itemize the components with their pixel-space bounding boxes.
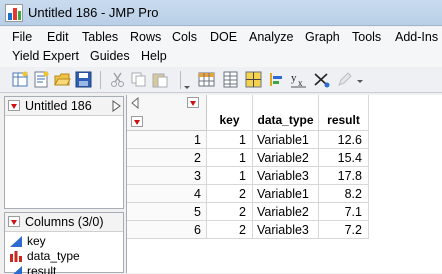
table-hotspot-icon[interactable] [8,100,20,111]
menu-analyze[interactable]: Analyze [249,30,293,44]
paste-icon[interactable] [151,71,168,88]
svg-text:y: y [291,72,297,84]
cell-data-type[interactable]: Variable1 [253,131,319,149]
menu-doe[interactable]: DOE [210,30,237,44]
open-icon[interactable] [54,71,71,88]
cut-icon[interactable] [109,71,126,88]
cell-result[interactable]: 7.2 [319,221,369,239]
column-list-item[interactable]: key [8,234,118,249]
continuous-icon [10,236,22,247]
menu-tools[interactable]: Tools [352,30,381,44]
cell-data-type[interactable]: Variable1 [253,185,319,203]
menu-add-ins[interactable]: Add-Ins [395,30,438,44]
menu-help[interactable]: Help [141,49,167,63]
fit-y-by-x-icon[interactable]: y x [290,71,307,88]
column-scroll-arrow-icon[interactable] [131,97,139,109]
cell-result[interactable]: 8.2 [319,185,369,203]
cell-result[interactable]: 17.8 [319,167,369,185]
distribution-icon[interactable] [268,71,285,88]
column-header-key[interactable]: key [207,95,253,131]
window-title: Untitled 186 - JMP Pro [28,5,159,20]
menu-rows[interactable]: Rows [130,30,161,44]
rows-select-hotspot-icon[interactable] [131,116,143,127]
row-number[interactable]: 2 [127,149,207,167]
grid-corner [127,95,207,131]
cell-data-type[interactable]: Variable2 [253,203,319,221]
table-panel-header: Untitled 186 [5,97,123,116]
cell-key[interactable]: 2 [207,203,253,221]
columns-panel: Columns (3/0) key data_type result [4,212,124,274]
toolbar-overflow-icon[interactable] [356,77,364,85]
cell-key[interactable]: 1 [207,131,253,149]
cell-data-type[interactable]: Variable3 [253,167,319,185]
panel-collapse-icon[interactable] [112,100,121,112]
menu-file[interactable]: File [12,30,32,44]
cell-key[interactable]: 1 [207,167,253,185]
cell-key[interactable]: 1 [207,149,253,167]
row-number[interactable]: 6 [127,221,207,239]
columns-count-label: Columns (3/0) [25,215,104,229]
cell-data-type[interactable]: Variable3 [253,221,319,239]
edit-icon[interactable] [336,71,353,88]
row-number[interactable]: 3 [127,167,207,185]
cell-key[interactable]: 2 [207,221,253,239]
columns-select-hotspot-icon[interactable] [187,97,199,108]
tabulate-icon[interactable] [222,71,239,88]
menu-edit[interactable]: Edit [47,30,69,44]
data-grid: key data_type result 1 1 Variable1 12.6 2 1 Va… [126,95,442,273]
row-number[interactable]: 5 [127,203,207,221]
toolbar-separator [100,71,101,89]
title-bar: Untitled 186 - JMP Pro [0,0,442,26]
column-header-data-type[interactable]: data_type [253,95,319,131]
menu-bar: File Edit Tables Rows Cols DOE Analyze G… [0,27,442,67]
toolbar-separator [180,71,181,89]
table-panel: Untitled 186 [4,96,124,209]
row-number[interactable]: 4 [127,185,207,203]
cell-result[interactable]: 7.1 [319,203,369,221]
copy-icon[interactable] [130,71,147,88]
column-header-result[interactable]: result [319,95,369,131]
table-name: Untitled 186 [25,99,92,113]
row-number[interactable]: 1 [127,131,207,149]
column-list-item[interactable]: data_type [8,249,118,264]
toolbar-overflow-icon[interactable] [183,83,191,91]
cell-key[interactable]: 2 [207,185,253,203]
jmp-app-icon[interactable] [5,4,23,22]
data-grid-icon[interactable] [198,71,215,88]
formula-icon[interactable] [313,71,330,88]
column-name: key [27,234,46,248]
toolbar: y x [0,67,442,93]
cell-result[interactable]: 12.6 [319,131,369,149]
cell-data-type[interactable]: Variable2 [253,149,319,167]
menu-tables[interactable]: Tables [82,30,118,44]
nominal-icon [10,251,22,262]
new-data-table-icon[interactable] [12,71,29,88]
columns-hotspot-icon[interactable] [8,216,20,227]
menu-graph[interactable]: Graph [305,30,340,44]
menu-yield-expert[interactable]: Yield Expert [12,49,79,63]
menu-guides[interactable]: Guides [90,49,130,63]
cell-result[interactable]: 15.4 [319,149,369,167]
table-panel-icon[interactable] [245,71,262,88]
new-script-icon[interactable] [33,71,50,88]
save-icon[interactable] [75,71,92,88]
column-name: data_type [27,249,80,263]
menu-cols[interactable]: Cols [172,30,197,44]
columns-panel-header: Columns (3/0) [5,213,123,232]
